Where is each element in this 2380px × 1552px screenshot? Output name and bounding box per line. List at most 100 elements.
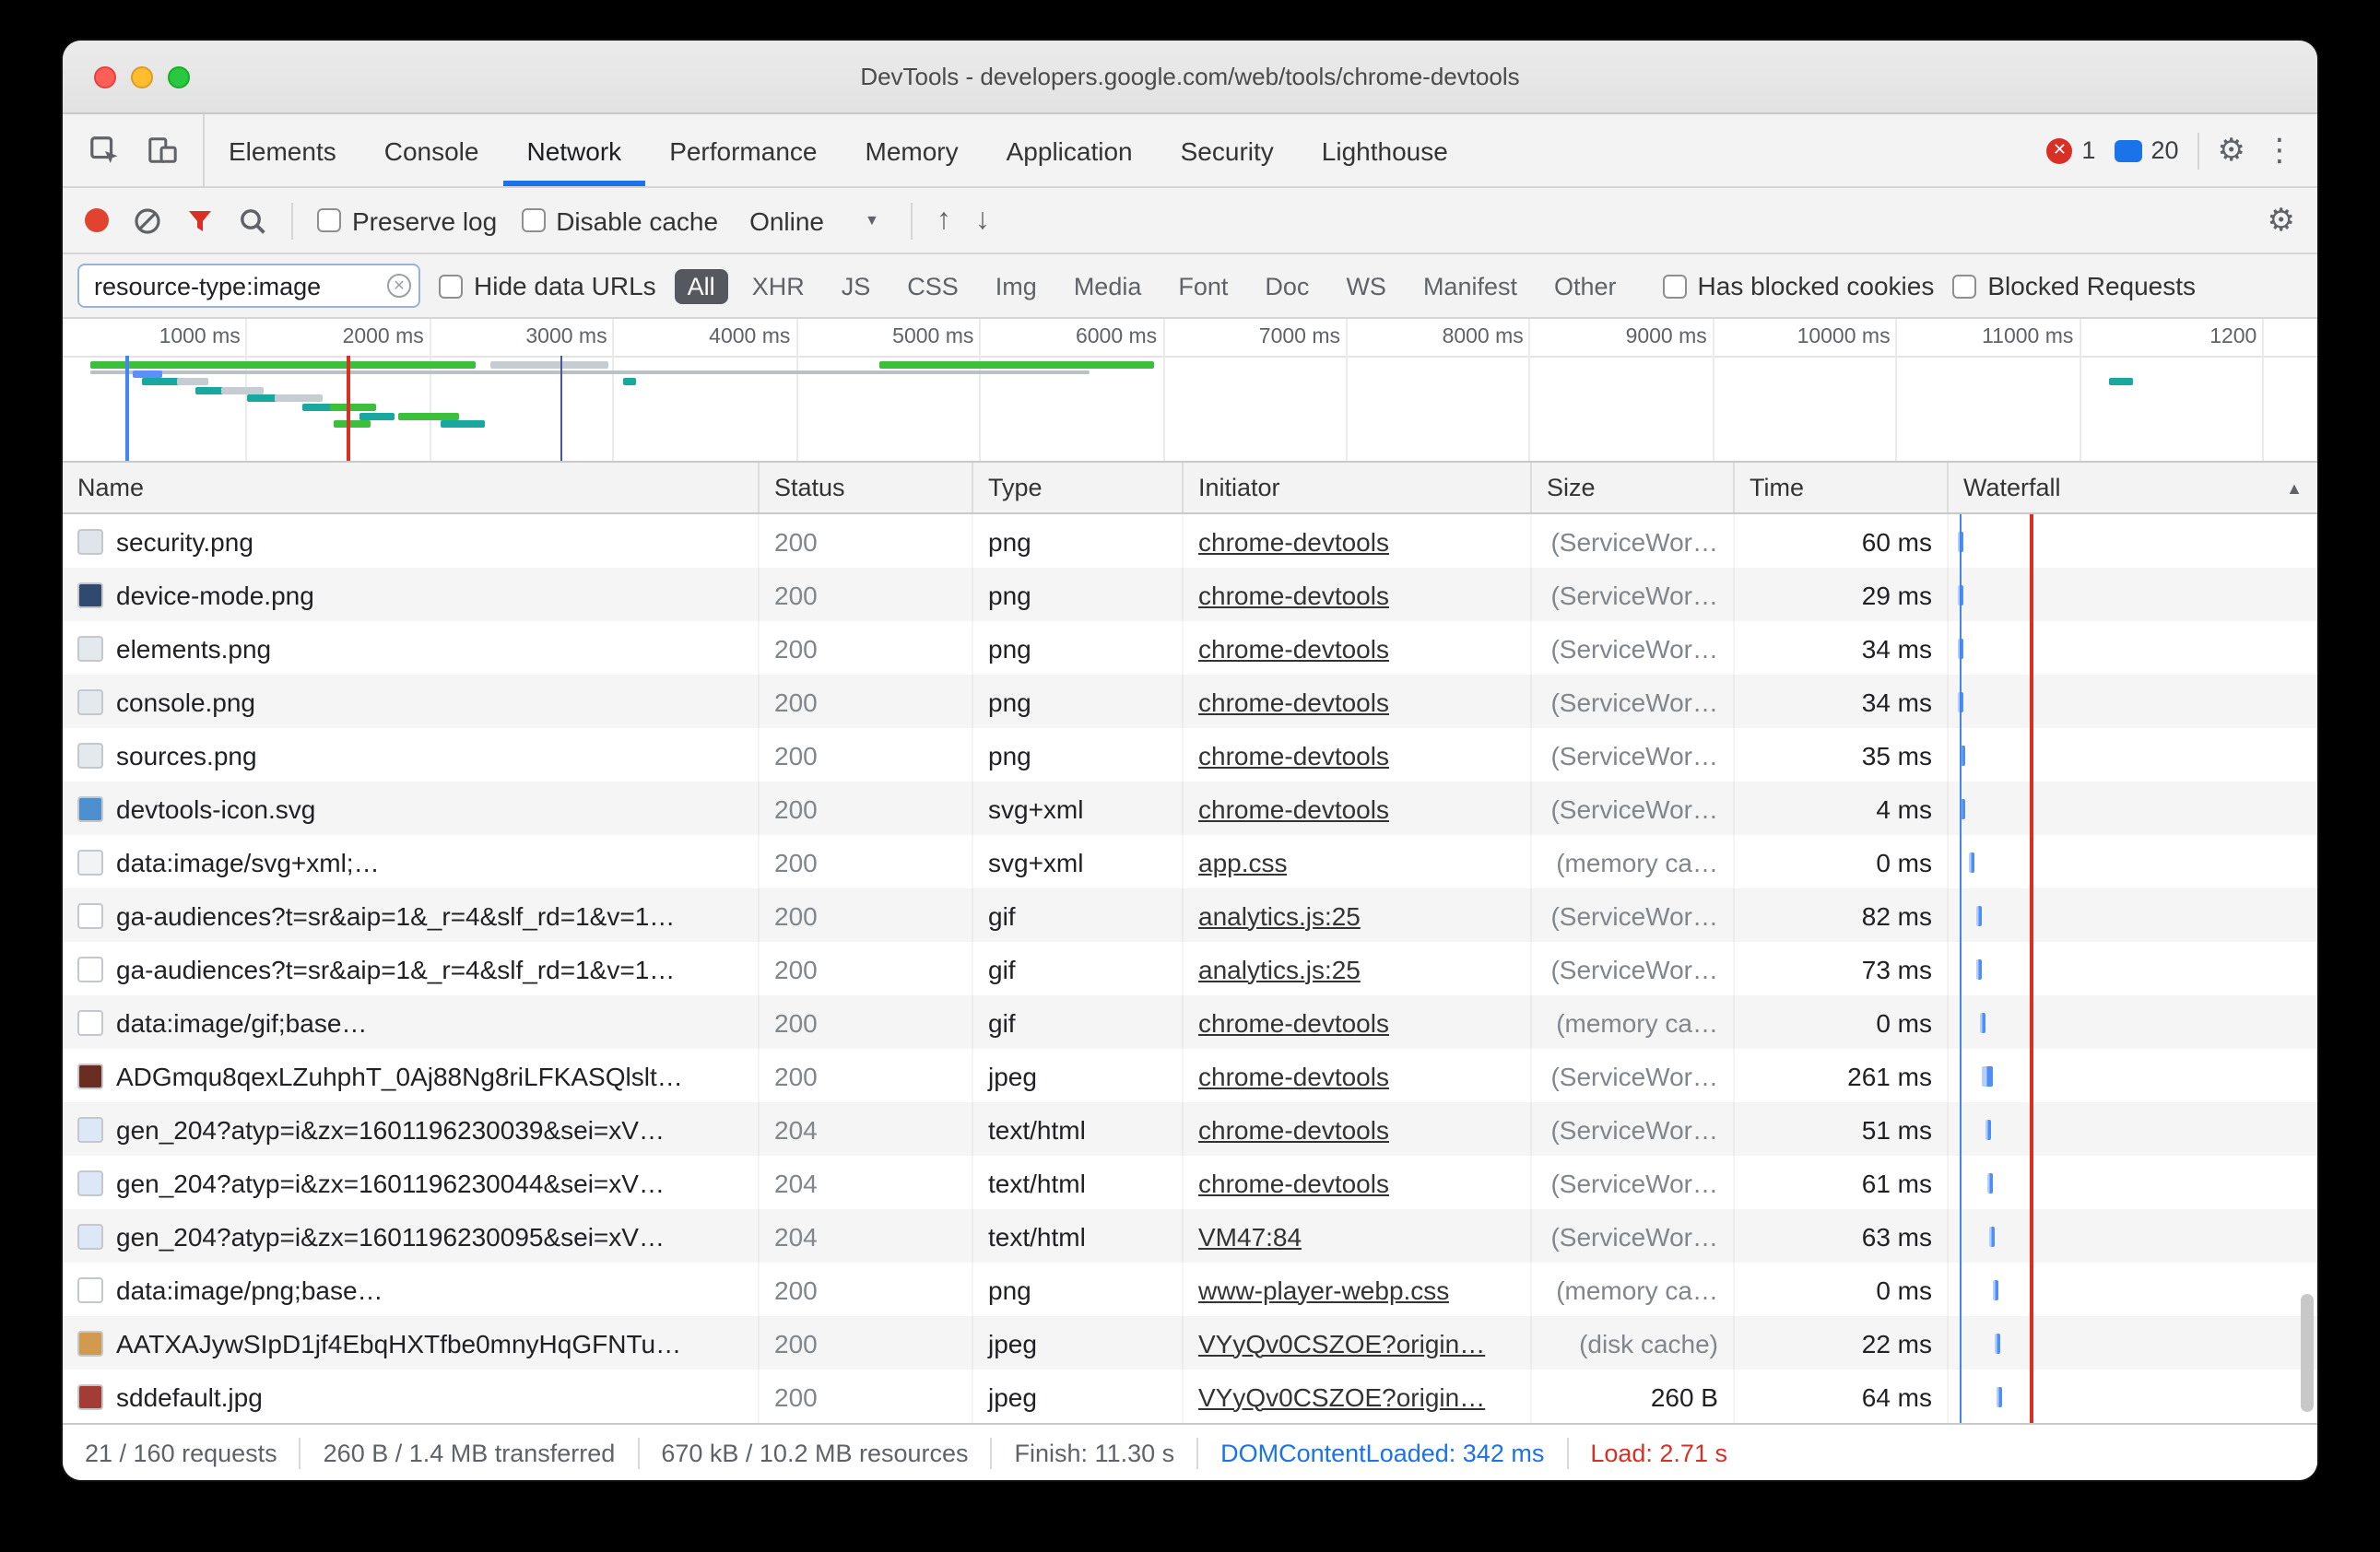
network-request-row[interactable]: ADGmqu8qexLZuhphT_0Aj88Ng8riLFKASQlslt… …	[63, 1049, 2317, 1102]
overview-request-bar	[624, 378, 637, 385]
network-toolbar: Preserve log Disable cache Online ▼ ↑ ↓ …	[63, 188, 2317, 254]
type-filter-js[interactable]: JS	[829, 268, 884, 303]
initiator-link[interactable]: chrome-devtools	[1198, 1007, 1389, 1037]
initiator-link[interactable]: VM47:84	[1198, 1221, 1302, 1251]
column-header-size[interactable]: Size	[1532, 463, 1735, 512]
vertical-scrollbar[interactable]	[2301, 1294, 2314, 1412]
tab-elements[interactable]: Elements	[205, 114, 360, 186]
clear-icon[interactable]	[133, 206, 162, 235]
device-toolbar-icon[interactable]	[136, 124, 188, 176]
checkbox[interactable]	[521, 208, 545, 232]
search-icon[interactable]	[238, 206, 267, 235]
tab-security[interactable]: Security	[1157, 114, 1298, 186]
network-request-row[interactable]: data:image/gif;base… 200 gif chrome-devt…	[63, 995, 2317, 1049]
more-options-kebab-icon[interactable]: ⋮	[2264, 135, 2295, 166]
network-overview-timeline[interactable]: 1000 ms2000 ms3000 ms4000 ms5000 ms6000 …	[63, 319, 2317, 463]
network-request-row[interactable]: security.png 200 png chrome-devtools (Se…	[63, 514, 2317, 568]
blocked-requests-checkbox[interactable]: Blocked Requests	[1952, 271, 2196, 300]
column-header-status[interactable]: Status	[760, 463, 973, 512]
network-request-row[interactable]: AATXAJywSIpD1jf4EbqHXTfbe0mnyHqGFNTu… 20…	[63, 1316, 2317, 1370]
filter-funnel-icon[interactable]	[186, 207, 214, 233]
column-header-time[interactable]: Time	[1735, 463, 1949, 512]
column-header-type[interactable]: Type	[973, 463, 1184, 512]
initiator-link[interactable]: chrome-devtools	[1198, 687, 1389, 716]
overview-request-bar	[90, 361, 476, 369]
tab-application[interactable]: Application	[983, 114, 1157, 186]
initiator-link[interactable]: chrome-devtools	[1198, 526, 1389, 556]
issues-badge[interactable]: 20	[2114, 136, 2178, 164]
network-request-row[interactable]: data:image/svg+xml;… 200 svg+xml app.css…	[63, 835, 2317, 888]
initiator-link[interactable]: chrome-devtools	[1198, 580, 1389, 609]
network-request-row[interactable]: sddefault.jpg 200 jpeg VYyQv0CSZOE?origi…	[63, 1370, 2317, 1423]
initiator-link[interactable]: chrome-devtools	[1198, 1168, 1389, 1197]
zoom-button[interactable]	[168, 66, 190, 88]
timeline-tick-label: 1000 ms	[159, 326, 241, 348]
preserve-log-label: Preserve log	[352, 206, 497, 235]
initiator-link[interactable]: www-player-webp.css	[1198, 1275, 1449, 1304]
column-header-name[interactable]: Name	[63, 463, 760, 512]
initiator-link[interactable]: VYyQv0CSZOE?origin…	[1198, 1382, 1485, 1411]
type-filter-img[interactable]: Img	[983, 268, 1050, 303]
initiator-link[interactable]: chrome-devtools	[1198, 794, 1389, 823]
type-filter-xhr[interactable]: XHR	[739, 268, 818, 303]
close-button[interactable]	[94, 66, 116, 88]
checkbox[interactable]	[317, 208, 341, 232]
type-filter-doc[interactable]: Doc	[1252, 268, 1322, 303]
tab-network[interactable]: Network	[502, 114, 645, 186]
initiator-link[interactable]: chrome-devtools	[1198, 740, 1389, 770]
clear-filter-icon[interactable]: ✕	[387, 274, 411, 298]
request-time: 22 ms	[1735, 1316, 1949, 1370]
filter-input[interactable]	[77, 264, 420, 308]
import-har-icon[interactable]: ↑	[937, 206, 951, 235]
network-request-row[interactable]: ga-audiences?t=sr&aip=1&_r=4&slf_rd=1&v=…	[63, 888, 2317, 942]
checkbox[interactable]	[439, 274, 463, 298]
network-request-row[interactable]: gen_204?atyp=i&zx=1601196230044&sei=xV… …	[63, 1156, 2317, 1209]
tab-memory[interactable]: Memory	[842, 114, 983, 186]
export-har-icon[interactable]: ↓	[975, 206, 990, 235]
timeline-gridline	[1529, 319, 1531, 461]
tab-performance[interactable]: Performance	[645, 114, 841, 186]
type-filter-font[interactable]: Font	[1165, 268, 1241, 303]
tab-lighthouse[interactable]: Lighthouse	[1298, 114, 1472, 186]
request-name: ga-audiences?t=sr&aip=1&_r=4&slf_rd=1&v=…	[116, 900, 675, 930]
disable-cache-checkbox[interactable]: Disable cache	[521, 206, 718, 235]
type-filter-css[interactable]: CSS	[894, 268, 972, 303]
initiator-link[interactable]: app.css	[1198, 847, 1288, 876]
column-header-waterfall[interactable]: Waterfall ▲	[1949, 463, 2317, 512]
type-filter-manifest[interactable]: Manifest	[1410, 268, 1530, 303]
initiator-link[interactable]: chrome-devtools	[1198, 1061, 1389, 1090]
network-request-row[interactable]: console.png 200 png chrome-devtools (Ser…	[63, 675, 2317, 728]
initiator-link[interactable]: VYyQv0CSZOE?origin…	[1198, 1328, 1485, 1358]
settings-gear-icon[interactable]: ⚙	[2218, 135, 2246, 166]
type-filter-media[interactable]: Media	[1061, 268, 1155, 303]
initiator-link[interactable]: chrome-devtools	[1198, 633, 1389, 663]
checkbox[interactable]	[1952, 274, 1976, 298]
initiator-link[interactable]: analytics.js:25	[1198, 900, 1361, 930]
checkbox[interactable]	[1663, 274, 1687, 298]
initiator-link[interactable]: chrome-devtools	[1198, 1114, 1389, 1144]
initiator-link[interactable]: analytics.js:25	[1198, 954, 1361, 983]
hide-data-urls-checkbox[interactable]: Hide data URLs	[439, 271, 656, 300]
network-settings-gear-icon[interactable]: ⚙	[2268, 205, 2296, 236]
network-request-row[interactable]: gen_204?atyp=i&zx=1601196230039&sei=xV… …	[63, 1102, 2317, 1156]
network-request-row[interactable]: device-mode.png 200 png chrome-devtools …	[63, 568, 2317, 621]
record-button[interactable]	[85, 208, 109, 232]
network-request-row[interactable]: devtools-icon.svg 200 svg+xml chrome-dev…	[63, 782, 2317, 835]
error-badge[interactable]: ✕ 1	[2046, 136, 2095, 164]
has-blocked-cookies-checkbox[interactable]: Has blocked cookies	[1663, 271, 1935, 300]
type-filter-other[interactable]: Other	[1541, 268, 1630, 303]
minimize-button[interactable]	[131, 66, 153, 88]
network-request-row[interactable]: gen_204?atyp=i&zx=1601196230095&sei=xV… …	[63, 1209, 2317, 1263]
network-request-row[interactable]: sources.png 200 png chrome-devtools (Ser…	[63, 728, 2317, 782]
type-filter-all[interactable]: All	[675, 268, 728, 303]
network-request-row[interactable]: ga-audiences?t=sr&aip=1&_r=4&slf_rd=1&v=…	[63, 942, 2317, 995]
network-request-row[interactable]: data:image/png;base… 200 png www-player-…	[63, 1263, 2317, 1316]
tab-console[interactable]: Console	[360, 114, 503, 186]
network-request-row[interactable]: elements.png 200 png chrome-devtools (Se…	[63, 621, 2317, 675]
column-header-initiator[interactable]: Initiator	[1184, 463, 1532, 512]
inspect-element-icon[interactable]	[77, 124, 129, 176]
request-status: 200	[760, 888, 973, 942]
type-filter-ws[interactable]: WS	[1333, 268, 1399, 303]
preserve-log-checkbox[interactable]: Preserve log	[317, 206, 497, 235]
throttling-select[interactable]: Online ▼	[742, 202, 887, 239]
